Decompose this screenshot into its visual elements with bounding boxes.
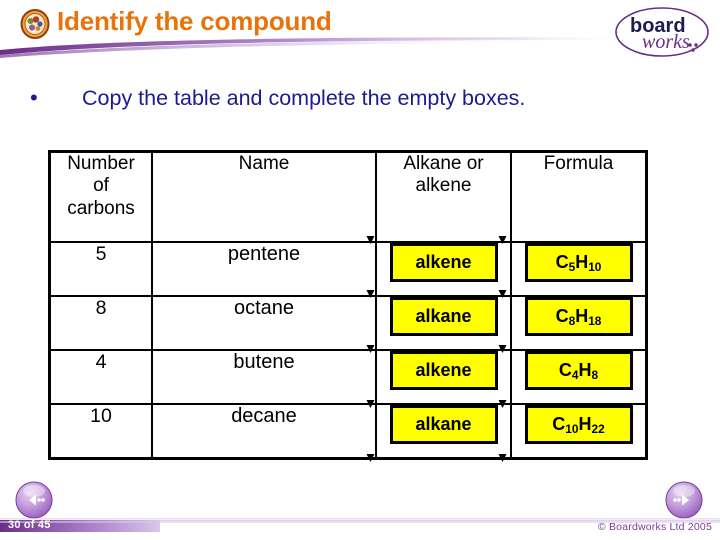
column-divider-arrow-icon bbox=[366, 450, 375, 462]
formula-element: C bbox=[555, 252, 569, 272]
answer-box-formula: C5H10 bbox=[524, 243, 633, 282]
table-header: Number of carbons Name Alkane or alkene … bbox=[48, 150, 648, 243]
header-name: Name bbox=[151, 150, 377, 243]
header-line: Name bbox=[238, 153, 290, 174]
copyright-notice: © Boardworks Ltd 2005 bbox=[597, 521, 712, 533]
formula-subscript: 4 bbox=[571, 368, 579, 382]
column-divider-arrow-icon bbox=[498, 232, 507, 244]
formula-subscript: 8 bbox=[568, 314, 576, 328]
formula-element: C bbox=[555, 306, 569, 326]
previous-slide-button[interactable] bbox=[14, 480, 54, 520]
formula-element: C bbox=[552, 414, 566, 434]
cell-name: butene bbox=[151, 349, 377, 405]
header-line: Number bbox=[67, 153, 135, 174]
cell-formula: C4H8 bbox=[510, 349, 648, 405]
formula-element: H bbox=[578, 414, 592, 434]
table-row: 5 pentene alkene C5H10 bbox=[48, 241, 648, 297]
bullet-instruction-text: Copy the table and complete the empty bo… bbox=[82, 86, 526, 110]
column-divider-arrow-icon bbox=[366, 341, 375, 353]
cell-type: alkene bbox=[375, 241, 512, 297]
answer-box-formula: C4H8 bbox=[524, 351, 633, 390]
table-header-row: Number of carbons Name Alkane or alkene … bbox=[48, 150, 648, 243]
answer-box-type: alkene bbox=[389, 243, 498, 282]
answer-box-type: alkane bbox=[389, 405, 498, 444]
logo-word-works: works bbox=[642, 31, 690, 53]
header-line: Formula bbox=[543, 153, 614, 174]
cell-formula: C10H22 bbox=[510, 403, 648, 460]
next-slide-button[interactable] bbox=[664, 480, 704, 520]
compound-table: Number of carbons Name Alkane or alkene … bbox=[48, 150, 648, 460]
bullet-marker: • bbox=[30, 85, 38, 110]
formula-subscript: 8 bbox=[591, 368, 599, 382]
answer-box-formula: C10H22 bbox=[524, 405, 633, 444]
header-number-of-carbons: Number of carbons bbox=[48, 150, 153, 243]
cell-type: alkene bbox=[375, 349, 512, 405]
table-body: 5 pentene alkene C5H10 8 octane alkane C… bbox=[48, 241, 648, 460]
compound-badge-icon bbox=[20, 9, 50, 39]
cell-formula: C8H18 bbox=[510, 295, 648, 351]
page-number: 30 of 45 bbox=[8, 519, 51, 531]
formula-element: H bbox=[575, 252, 589, 272]
column-divider-arrow-icon bbox=[498, 341, 507, 353]
boardworks-logo: board works bbox=[612, 4, 712, 60]
cell-type: alkane bbox=[375, 295, 512, 351]
answer-box-type: alkene bbox=[389, 351, 498, 390]
formula-element: C bbox=[558, 360, 572, 380]
cell-name: decane bbox=[151, 403, 377, 460]
title-underline-swoosh bbox=[0, 36, 640, 58]
bullet-line: • Copy the table and complete the empty … bbox=[30, 86, 680, 111]
cell-carbons: 4 bbox=[48, 349, 153, 405]
cell-name: pentene bbox=[151, 241, 377, 297]
answer-box-formula: C8H18 bbox=[524, 297, 633, 336]
cell-formula: C5H10 bbox=[510, 241, 648, 297]
column-divider-arrow-icon bbox=[498, 450, 507, 462]
formula-subscript: 5 bbox=[568, 260, 576, 274]
formula-element: H bbox=[575, 306, 589, 326]
table-row: 10 decane alkane C10H22 bbox=[48, 403, 648, 460]
header-formula: Formula bbox=[510, 150, 648, 243]
cell-carbons: 8 bbox=[48, 295, 153, 351]
formula-subscript: 18 bbox=[588, 314, 602, 328]
header-line: alkene bbox=[415, 175, 472, 197]
formula-subscript: 10 bbox=[565, 422, 579, 436]
formula-subscript: 22 bbox=[591, 422, 605, 436]
column-divider-arrow-icon bbox=[498, 396, 507, 408]
cell-carbons: 10 bbox=[48, 403, 153, 460]
header-alkane-or-alkene: Alkane or alkene bbox=[375, 150, 512, 243]
cell-name: octane bbox=[151, 295, 377, 351]
column-divider-arrow-icon bbox=[498, 286, 507, 298]
formula-subscript: 10 bbox=[588, 260, 602, 274]
page-title: Identify the compound bbox=[57, 6, 332, 36]
header-line: carbons bbox=[67, 197, 135, 219]
table-row: 8 octane alkane C8H18 bbox=[48, 295, 648, 351]
table-row: 4 butene alkene C4H8 bbox=[48, 349, 648, 405]
column-divider-arrow-icon bbox=[366, 232, 375, 244]
formula-element: H bbox=[578, 360, 592, 380]
column-divider-arrow-icon bbox=[366, 396, 375, 408]
cell-type: alkane bbox=[375, 403, 512, 460]
column-divider-arrow-icon bbox=[366, 286, 375, 298]
header-line: of bbox=[93, 175, 109, 197]
header-line: Alkane or bbox=[403, 153, 484, 174]
cell-carbons: 5 bbox=[48, 241, 153, 297]
answer-box-type: alkane bbox=[389, 297, 498, 336]
